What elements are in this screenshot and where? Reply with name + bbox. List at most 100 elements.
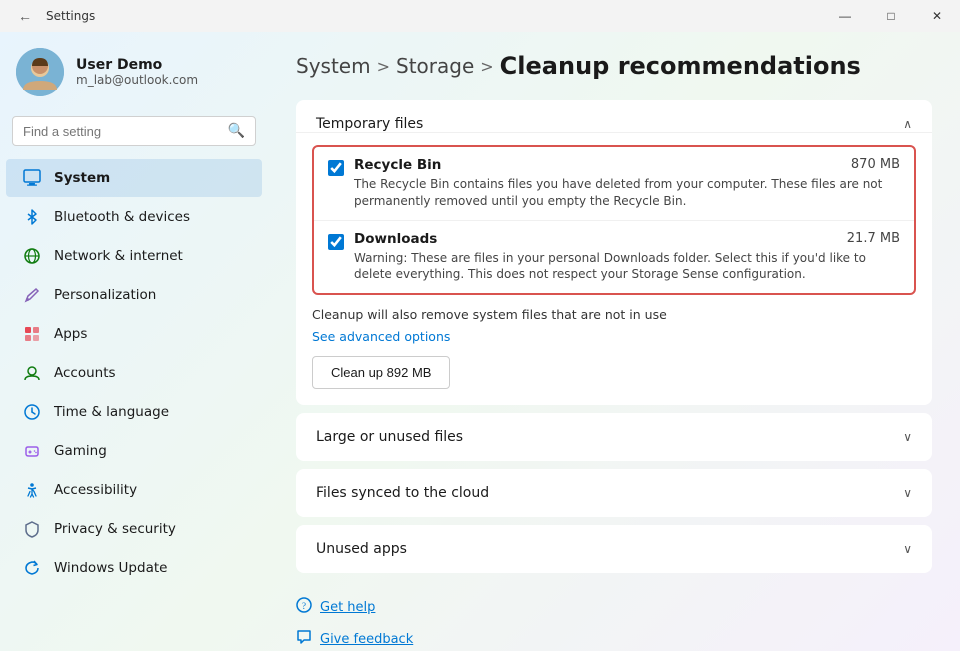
cleanup-button[interactable]: Clean up 892 MB bbox=[312, 356, 450, 389]
recycle-bin-name: Recycle Bin bbox=[354, 157, 441, 173]
give-feedback-label: Give feedback bbox=[320, 632, 413, 647]
search-box[interactable]: 🔍 bbox=[12, 116, 256, 146]
unused-apps-header[interactable]: Unused apps ∨ bbox=[296, 525, 932, 573]
feedback-icon bbox=[296, 629, 312, 649]
sidebar-item-personalization-label: Personalization bbox=[54, 287, 156, 303]
unused-apps-section: Unused apps ∨ bbox=[296, 525, 932, 573]
temporary-files-header[interactable]: Temporary files ∧ bbox=[296, 100, 932, 132]
sidebar-item-network[interactable]: Network & internet bbox=[6, 237, 262, 275]
get-help-label: Get help bbox=[320, 600, 375, 615]
sidebar-item-bluetooth[interactable]: Bluetooth & devices bbox=[6, 198, 262, 236]
breadcrumb-sep-2: > bbox=[480, 57, 493, 76]
sidebar-item-accessibility-label: Accessibility bbox=[54, 482, 137, 498]
network-icon bbox=[22, 246, 42, 266]
titlebar: ← Settings — □ ✕ bbox=[0, 0, 960, 32]
svg-text:?: ? bbox=[302, 601, 306, 611]
downloads-desc: Warning: These are files in your persona… bbox=[354, 250, 900, 284]
avatar bbox=[16, 48, 64, 96]
cloud-sync-header[interactable]: Files synced to the cloud ∨ bbox=[296, 469, 932, 517]
breadcrumb-system: System bbox=[296, 54, 371, 78]
cloud-sync-label: Files synced to the cloud bbox=[316, 485, 489, 501]
maximize-button[interactable]: □ bbox=[868, 0, 914, 32]
sidebar-item-apps[interactable]: Apps bbox=[6, 315, 262, 353]
privacy-icon bbox=[22, 519, 42, 539]
app-body: User Demo m_lab@outlook.com 🔍 System Blu… bbox=[0, 32, 960, 651]
downloads-details: Downloads 21.7 MB Warning: These are fil… bbox=[354, 231, 900, 284]
sidebar-item-bluetooth-label: Bluetooth & devices bbox=[54, 209, 190, 225]
gaming-icon bbox=[22, 441, 42, 461]
recycle-bin-name-row: Recycle Bin 870 MB bbox=[354, 157, 900, 173]
recycle-bin-size: 870 MB bbox=[851, 157, 900, 172]
close-button[interactable]: ✕ bbox=[914, 0, 960, 32]
user-profile: User Demo m_lab@outlook.com bbox=[0, 32, 268, 112]
back-button[interactable]: ← bbox=[12, 4, 38, 28]
cleanup-note: Cleanup will also remove system files th… bbox=[312, 307, 916, 322]
temporary-files-label: Temporary files bbox=[316, 116, 423, 132]
cloud-sync-section: Files synced to the cloud ∨ bbox=[296, 469, 932, 517]
breadcrumb-sep-1: > bbox=[377, 57, 390, 76]
large-unused-section: Large or unused files ∨ bbox=[296, 413, 932, 461]
user-name: User Demo bbox=[76, 57, 198, 73]
sidebar-item-gaming[interactable]: Gaming bbox=[6, 432, 262, 470]
breadcrumb-storage: Storage bbox=[396, 54, 474, 78]
content-area: System > Storage > Cleanup recommendatio… bbox=[268, 32, 960, 651]
temporary-files-section: Temporary files ∧ Recycle Bin 870 MB bbox=[296, 100, 932, 405]
sidebar-item-time[interactable]: Time & language bbox=[6, 393, 262, 431]
give-feedback-link[interactable]: Give feedback bbox=[296, 625, 932, 651]
user-email: m_lab@outlook.com bbox=[76, 73, 198, 87]
chevron-down-icon-3: ∨ bbox=[903, 542, 912, 556]
update-icon bbox=[22, 558, 42, 578]
sidebar-item-personalization[interactable]: Personalization bbox=[6, 276, 262, 314]
sidebar-item-accessibility[interactable]: Accessibility bbox=[6, 471, 262, 509]
accounts-icon bbox=[22, 363, 42, 383]
sidebar-item-privacy[interactable]: Privacy & security bbox=[6, 510, 262, 548]
sidebar-item-accounts[interactable]: Accounts bbox=[6, 354, 262, 392]
large-unused-label: Large or unused files bbox=[316, 429, 463, 445]
temporary-files-body: Recycle Bin 870 MB The Recycle Bin conta… bbox=[296, 132, 932, 405]
sidebar-item-gaming-label: Gaming bbox=[54, 443, 107, 459]
sidebar-item-update[interactable]: Windows Update bbox=[6, 549, 262, 587]
sidebar-item-privacy-label: Privacy & security bbox=[54, 521, 176, 537]
apps-icon bbox=[22, 324, 42, 344]
unused-apps-label: Unused apps bbox=[316, 541, 407, 557]
downloads-checkbox[interactable] bbox=[328, 234, 344, 250]
large-unused-header[interactable]: Large or unused files ∨ bbox=[296, 413, 932, 461]
search-input[interactable] bbox=[23, 124, 220, 139]
footer-links: ? Get help Give feedback bbox=[296, 581, 932, 651]
recycle-bin-item: Recycle Bin 870 MB The Recycle Bin conta… bbox=[314, 147, 914, 221]
highlighted-file-items: Recycle Bin 870 MB The Recycle Bin conta… bbox=[312, 145, 916, 295]
downloads-name: Downloads bbox=[354, 231, 437, 247]
accessibility-icon bbox=[22, 480, 42, 500]
downloads-size: 21.7 MB bbox=[847, 231, 900, 246]
system-icon bbox=[22, 168, 42, 188]
sidebar-item-update-label: Windows Update bbox=[54, 560, 167, 576]
downloads-item: Downloads 21.7 MB Warning: These are fil… bbox=[314, 221, 914, 294]
recycle-bin-details: Recycle Bin 870 MB The Recycle Bin conta… bbox=[354, 157, 900, 210]
chevron-down-icon-2: ∨ bbox=[903, 486, 912, 500]
page-title: Cleanup recommendations bbox=[500, 52, 861, 80]
breadcrumb: System > Storage > Cleanup recommendatio… bbox=[296, 52, 932, 80]
sidebar-item-apps-label: Apps bbox=[54, 326, 87, 342]
help-icon: ? bbox=[296, 597, 312, 617]
sidebar-nav: System Bluetooth & devices Network & int… bbox=[0, 158, 268, 588]
chevron-down-icon-1: ∨ bbox=[903, 430, 912, 444]
minimize-button[interactable]: — bbox=[822, 0, 868, 32]
get-help-link[interactable]: ? Get help bbox=[296, 593, 932, 621]
see-advanced-link[interactable]: See advanced options bbox=[312, 329, 450, 344]
sidebar-item-time-label: Time & language bbox=[54, 404, 169, 420]
user-info: User Demo m_lab@outlook.com bbox=[76, 57, 198, 87]
sidebar-item-system-label: System bbox=[54, 170, 110, 186]
downloads-name-row: Downloads 21.7 MB bbox=[354, 231, 900, 247]
chevron-up-icon: ∧ bbox=[903, 117, 912, 131]
recycle-bin-checkbox[interactable] bbox=[328, 160, 344, 176]
window-title: Settings bbox=[46, 9, 95, 23]
search-icon: 🔍 bbox=[228, 123, 245, 139]
sidebar-item-network-label: Network & internet bbox=[54, 248, 183, 264]
recycle-bin-desc: The Recycle Bin contains files you have … bbox=[354, 176, 900, 210]
window-controls: — □ ✕ bbox=[822, 0, 960, 32]
bluetooth-icon bbox=[22, 207, 42, 227]
personalization-icon bbox=[22, 285, 42, 305]
time-icon bbox=[22, 402, 42, 422]
sidebar-item-system[interactable]: System bbox=[6, 159, 262, 197]
sidebar: User Demo m_lab@outlook.com 🔍 System Blu… bbox=[0, 32, 268, 651]
